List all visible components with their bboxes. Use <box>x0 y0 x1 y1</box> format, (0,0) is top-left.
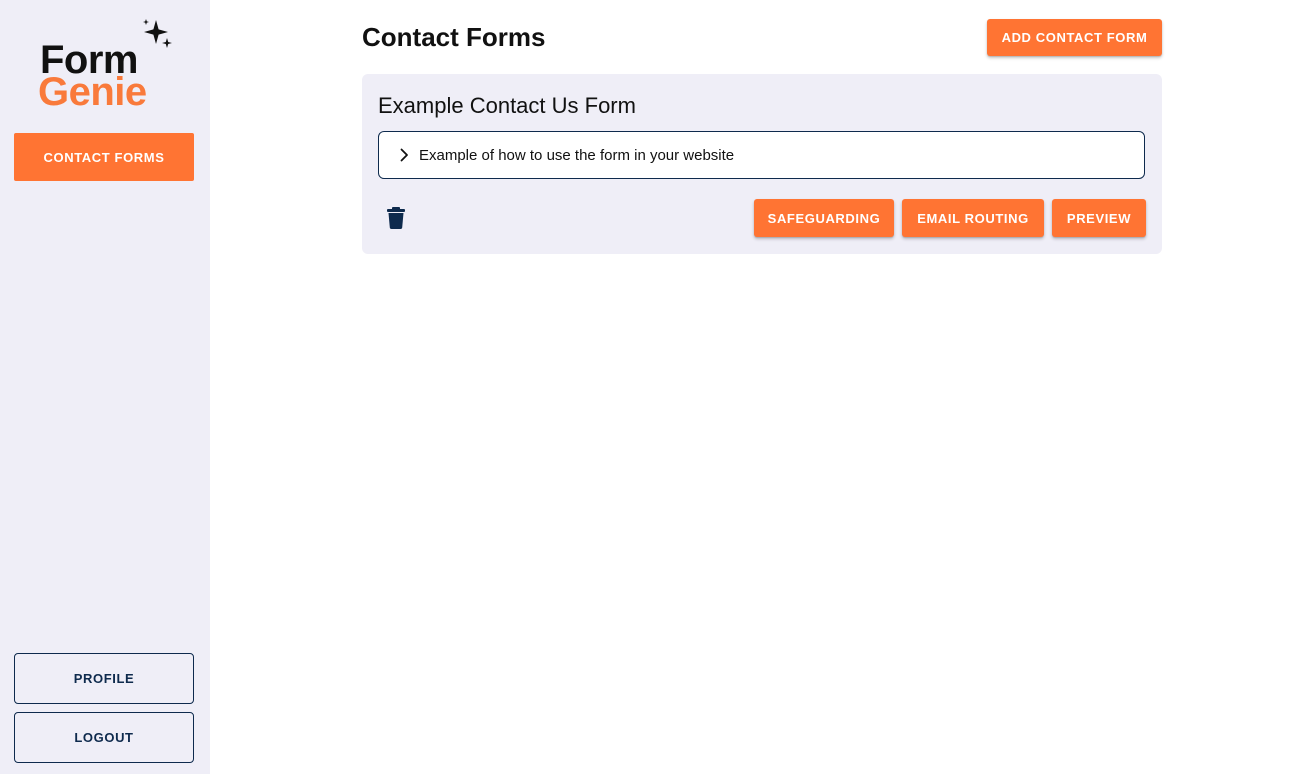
accordion-label: Example of how to use the form in your w… <box>419 146 735 164</box>
usage-example-accordion[interactable]: Example of how to use the form in your w… <box>378 131 1145 179</box>
add-contact-form-button[interactable]: ADD CONTACT FORM <box>987 19 1162 56</box>
email-routing-button[interactable]: EMAIL ROUTING <box>902 199 1044 237</box>
contact-form-card: Example Contact Us Form Example of how t… <box>362 74 1162 254</box>
logo-text-genie: Genie <box>38 70 147 114</box>
formgenie-logo[interactable]: Form Genie <box>38 18 178 114</box>
form-title: Example Contact Us Form <box>378 93 636 118</box>
preview-button[interactable]: PREVIEW <box>1052 199 1146 237</box>
profile-button[interactable]: PROFILE <box>14 653 194 704</box>
page-title: Contact Forms <box>362 22 546 52</box>
sidebar-item-contact-forms[interactable]: CONTACT FORMS <box>14 133 194 181</box>
chevron-right-icon <box>400 148 408 162</box>
logout-button[interactable]: LOGOUT <box>14 712 194 763</box>
trash-icon[interactable] <box>386 207 406 229</box>
safeguarding-button[interactable]: SAFEGUARDING <box>754 199 894 237</box>
sparkle-icon <box>143 19 172 48</box>
sidebar: Form Genie CONTACT FORMS PROFILE LOGOUT <box>0 0 210 774</box>
